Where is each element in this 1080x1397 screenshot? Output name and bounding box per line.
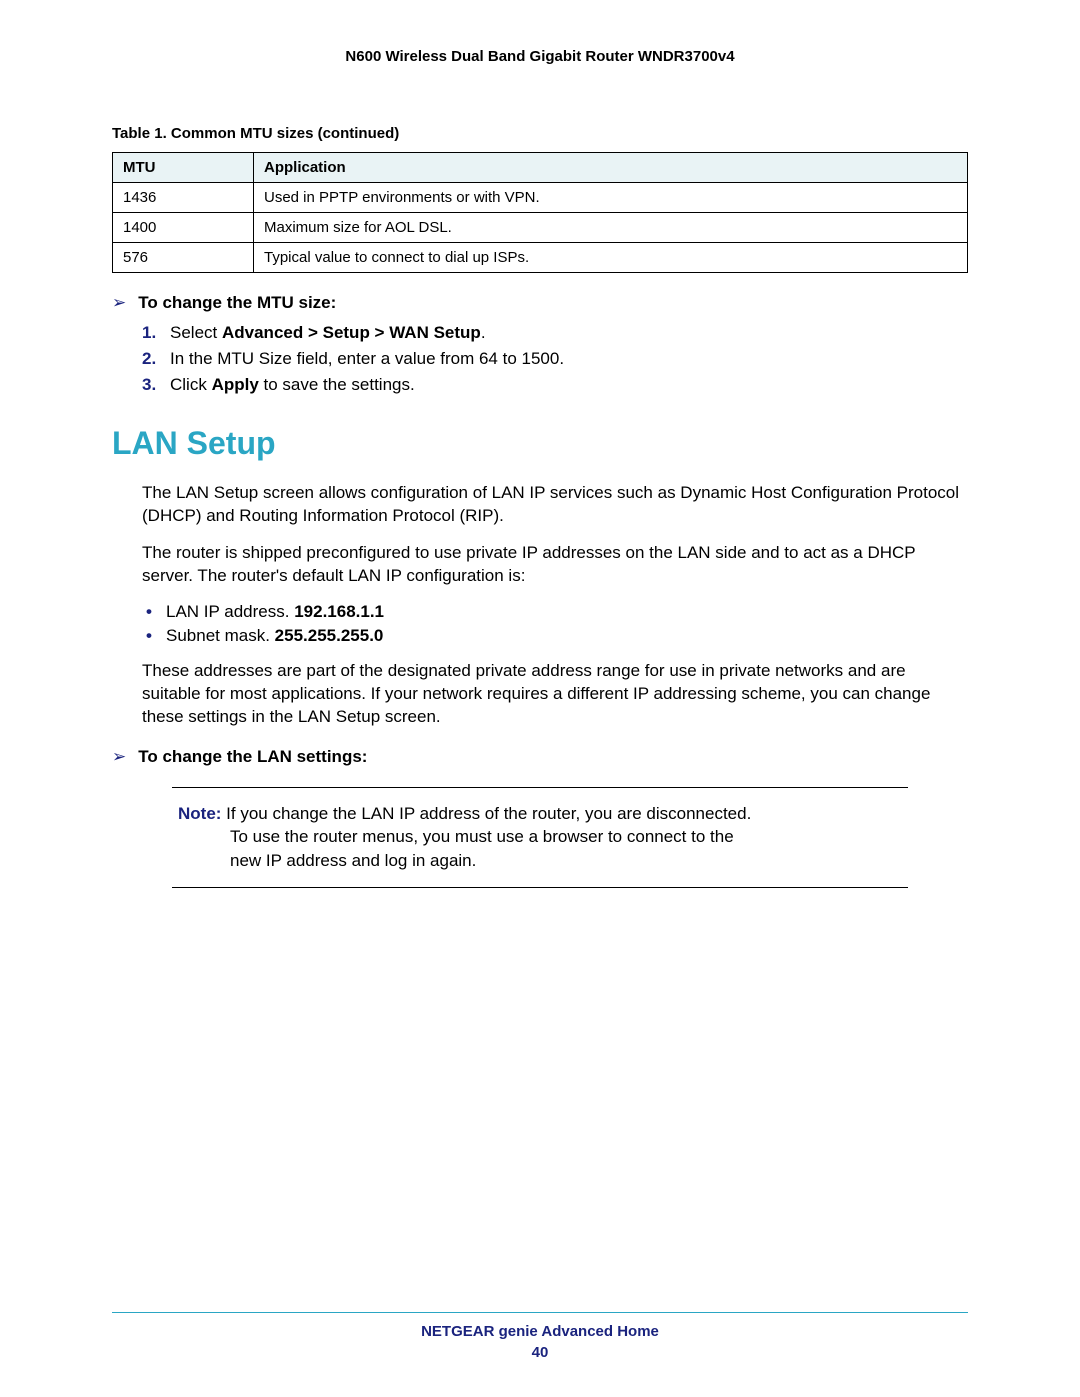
cell-application: Typical value to connect to dial up ISPs… [254, 243, 968, 273]
paragraph: These addresses are part of the designat… [142, 660, 968, 729]
list-value: 192.168.1.1 [294, 602, 384, 621]
step-1: 1. Select Advanced > Setup > WAN Setup. [142, 323, 968, 343]
footer-title: NETGEAR genie Advanced Home [112, 1323, 968, 1340]
document-header: N600 Wireless Dual Band Gigabit Router W… [112, 48, 968, 65]
cell-mtu: 1400 [113, 213, 254, 243]
table-row: 576 Typical value to connect to dial up … [113, 243, 968, 273]
list-label: LAN IP address. [166, 602, 294, 621]
step-bold: Advanced > Setup > WAN Setup [222, 323, 481, 342]
note-text: new IP address and log in again. [230, 849, 902, 873]
step-number: 3. [142, 375, 156, 395]
note-block: Note: If you change the LAN IP address o… [172, 787, 908, 888]
step-2: 2. In the MTU Size field, enter a value … [142, 349, 968, 369]
table-row: 1436 Used in PPTP environments or with V… [113, 183, 968, 213]
table-caption: Table 1. Common MTU sizes (continued) [112, 125, 968, 142]
page-footer: NETGEAR genie Advanced Home 40 [112, 1312, 968, 1361]
cell-application: Used in PPTP environments or with VPN. [254, 183, 968, 213]
table-header-row: MTU Application [113, 153, 968, 183]
table-row: 1400 Maximum size for AOL DSL. [113, 213, 968, 243]
step-number: 1. [142, 323, 156, 343]
note-text: If you change the LAN IP address of the … [226, 804, 751, 823]
step-text: Click [170, 375, 212, 394]
cell-mtu: 576 [113, 243, 254, 273]
note-text: To use the router menus, you must use a … [230, 825, 902, 849]
cell-application: Maximum size for AOL DSL. [254, 213, 968, 243]
step-3: 3. Click Apply to save the settings. [142, 375, 968, 395]
procedure-heading-lan: To change the LAN settings: [112, 747, 968, 767]
footer-page-number: 40 [112, 1344, 968, 1361]
list-item: Subnet mask. 255.255.255.0 [142, 626, 968, 646]
mtu-table: MTU Application 1436 Used in PPTP enviro… [112, 152, 968, 273]
paragraph: The router is shipped preconfigured to u… [142, 542, 968, 588]
cell-mtu: 1436 [113, 183, 254, 213]
step-text: In the MTU Size field, enter a value fro… [170, 349, 564, 368]
step-bold: Apply [212, 375, 259, 394]
step-text: Select [170, 323, 222, 342]
list-value: 255.255.255.0 [275, 626, 384, 645]
ip-config-list: LAN IP address. 192.168.1.1 Subnet mask.… [142, 602, 968, 646]
step-text: to save the settings. [259, 375, 415, 394]
table-header-mtu: MTU [113, 153, 254, 183]
procedure-steps-mtu: 1. Select Advanced > Setup > WAN Setup. … [142, 323, 968, 395]
list-label: Subnet mask. [166, 626, 275, 645]
step-text: . [481, 323, 486, 342]
note-label: Note: [178, 804, 226, 823]
list-item: LAN IP address. 192.168.1.1 [142, 602, 968, 622]
step-number: 2. [142, 349, 156, 369]
page-content: N600 Wireless Dual Band Gigabit Router W… [0, 0, 1080, 888]
paragraph: The LAN Setup screen allows configuratio… [142, 482, 968, 528]
table-header-application: Application [254, 153, 968, 183]
section-heading-lan-setup: LAN Setup [112, 425, 968, 462]
procedure-heading-mtu: To change the MTU size: [112, 293, 968, 313]
